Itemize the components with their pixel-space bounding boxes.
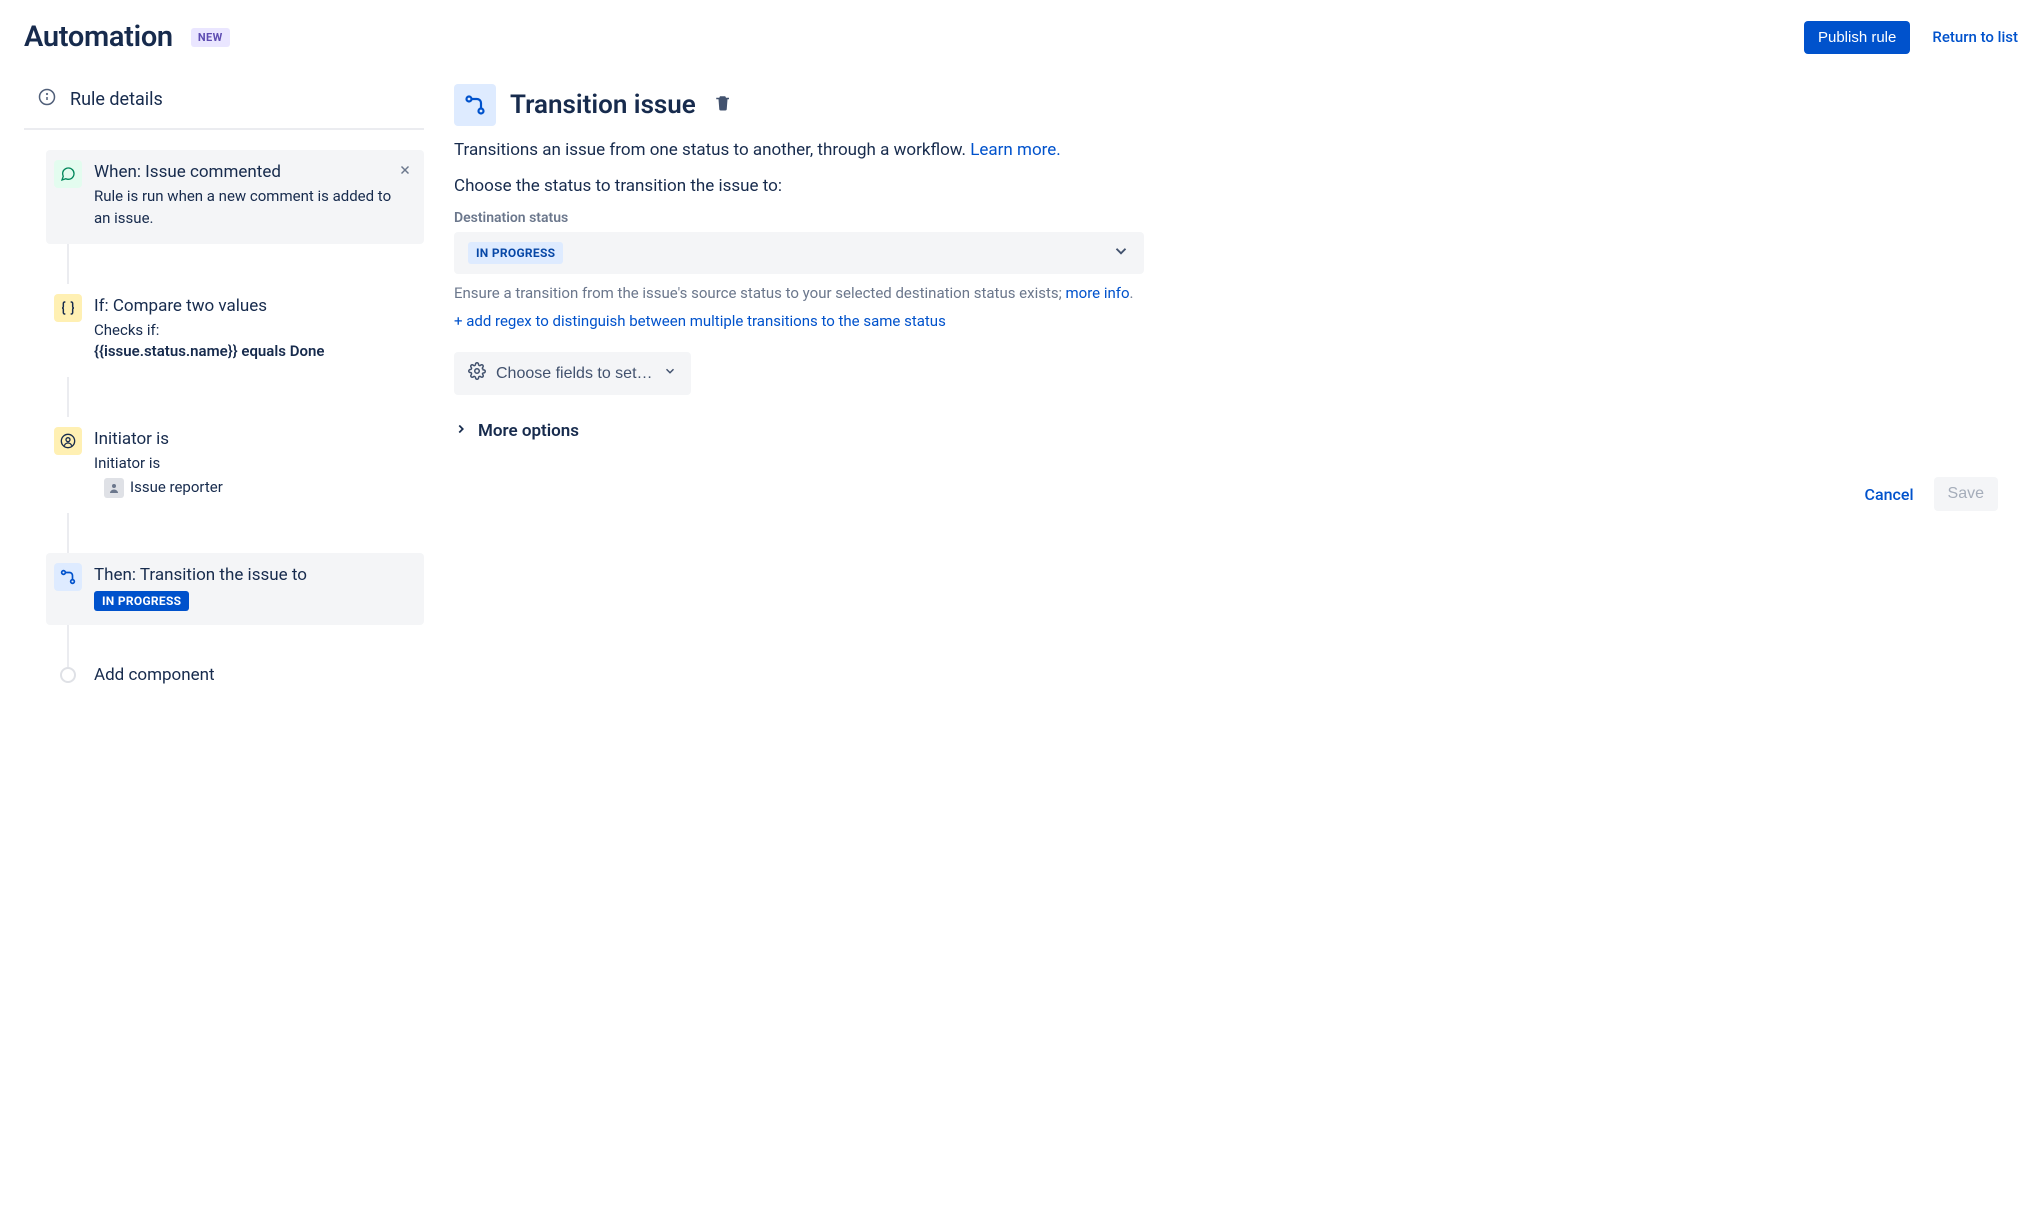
transition-icon (454, 84, 496, 126)
add-dot-icon (60, 667, 76, 683)
step-title: Then: Transition the issue to (94, 565, 410, 585)
transition-icon (54, 563, 82, 591)
step-title: Initiator is (94, 429, 410, 449)
choose-status-label: Choose the status to transition the issu… (454, 176, 2018, 196)
step-description: Rule is run when a new comment is added … (94, 186, 410, 230)
save-button[interactable]: Save (1934, 477, 1998, 511)
main-panel: Transition issue Transitions an issue fr… (454, 80, 2018, 685)
destination-status-select[interactable]: IN PROGRESS (454, 232, 1144, 274)
user-circle-icon (54, 427, 82, 455)
publish-rule-button[interactable]: Publish rule (1804, 21, 1910, 54)
rule-sidebar: Rule details When: Issue commented Rule … (24, 80, 424, 685)
step-description: Checks if: {{issue.status.name}} equals … (94, 320, 410, 364)
status-lozenge: IN PROGRESS (468, 242, 563, 264)
return-to-list-link[interactable]: Return to list (1932, 28, 2018, 46)
comment-icon (54, 160, 82, 188)
step-condition-compare[interactable]: If: Compare two values Checks if: {{issu… (46, 284, 424, 378)
info-icon (38, 88, 56, 110)
page-header: Automation NEW Publish rule Return to li… (24, 20, 2018, 54)
action-title: Transition issue (510, 90, 696, 120)
action-description: Transitions an issue from one status to … (454, 140, 2018, 160)
status-lozenge: IN PROGRESS (94, 591, 189, 611)
avatar-icon (104, 478, 124, 498)
step-title: When: Issue commented (94, 162, 410, 182)
step-trigger[interactable]: When: Issue commented Rule is run when a… (46, 150, 424, 244)
step-action-transition[interactable]: Then: Transition the issue to IN PROGRES… (46, 553, 424, 625)
more-options-toggle[interactable]: More options (454, 421, 2018, 441)
add-regex-link[interactable]: + add regex to distinguish between multi… (454, 312, 946, 330)
delete-action-button[interactable] (714, 94, 732, 116)
step-title: If: Compare two values (94, 296, 410, 316)
chevron-right-icon (454, 421, 468, 441)
gear-icon (468, 362, 486, 385)
add-component-button[interactable]: Add component (46, 665, 424, 685)
rule-details-label: Rule details (70, 89, 163, 110)
cancel-button[interactable]: Cancel (1865, 485, 1914, 504)
remove-step-button[interactable] (398, 162, 412, 181)
page-title: Automation (24, 20, 173, 54)
rule-details-row[interactable]: Rule details (24, 80, 424, 130)
braces-icon (54, 294, 82, 322)
choose-fields-button[interactable]: Choose fields to set… (454, 352, 691, 395)
step-description: Initiator is Issue reporter (94, 453, 410, 499)
destination-status-label: Destination status (454, 210, 2018, 226)
step-condition-initiator[interactable]: Initiator is Initiator is Issue reporter (46, 417, 424, 513)
learn-more-link[interactable]: Learn more. (970, 140, 1061, 160)
ensure-transition-help: Ensure a transition from the issue's sou… (454, 284, 2018, 302)
more-info-link[interactable]: more info (1066, 284, 1130, 302)
chevron-down-icon (663, 364, 677, 383)
chevron-down-icon (1112, 242, 1130, 264)
new-badge: NEW (191, 28, 230, 47)
